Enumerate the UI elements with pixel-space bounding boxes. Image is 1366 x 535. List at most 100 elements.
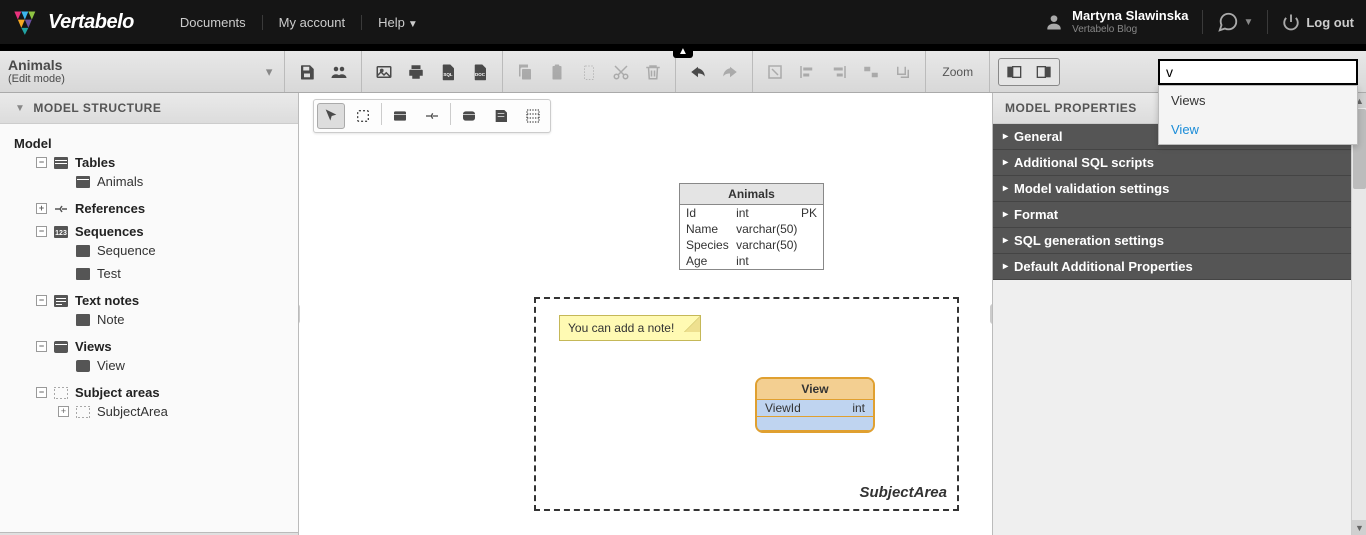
logout-button[interactable]: Log out [1282,13,1354,31]
tree-subjectarea-item[interactable]: +SubjectArea [58,404,298,419]
tree-root-model[interactable]: Model [14,136,298,151]
align-top-icon[interactable] [859,60,883,84]
logo[interactable]: Vertabelo [12,8,134,36]
tree-tables[interactable]: −Tables [36,155,298,170]
trash-icon[interactable] [641,60,665,84]
new-note-icon[interactable] [487,103,515,129]
tree-note-note[interactable]: Note [58,312,298,327]
main: ▼ MODEL STRUCTURE Model −Tables Animals … [0,93,1366,535]
collapse-icon[interactable]: − [36,226,47,237]
tree-text-notes[interactable]: −Text notes [36,293,298,308]
chevron-down-icon: ▼ [1243,17,1253,28]
collapse-icon[interactable]: − [36,157,47,168]
chat-icon[interactable] [1217,11,1239,33]
reference-icon [53,202,69,216]
tree-views[interactable]: −Views [36,339,298,354]
align-right-icon[interactable] [827,60,851,84]
header-right: Martyna Slawinska Vertabelo Blog ▼ Log o… [1044,9,1354,35]
select-area-icon[interactable] [349,103,377,129]
search-result-view[interactable]: View [1159,115,1357,144]
pointer-tool-icon[interactable] [317,103,345,129]
svg-text:SQL: SQL [444,71,454,76]
cut-icon[interactable] [609,60,633,84]
canvas-toolbar [313,99,551,133]
svg-text:123: 123 [55,230,67,237]
diagram-canvas[interactable]: Animals IdintPK Namevarchar(50) Speciesv… [299,93,992,535]
table-icon [75,175,91,189]
tree-sequence-sequence[interactable]: Sequence [58,243,298,258]
search-input[interactable] [1158,59,1358,85]
search-wrap: Views View [1158,59,1358,85]
chevron-right-icon: ▸ [1003,183,1008,194]
user-block[interactable]: Martyna Slawinska Vertabelo Blog [1044,9,1188,35]
subject-area-label: SubjectArea [859,484,947,501]
chevron-down-icon[interactable]: ▾ [266,64,273,80]
sequence-icon [75,267,91,281]
subject-area-icon [53,386,69,400]
doc-title[interactable]: Animals (Edit mode) [8,58,168,85]
expand-icon[interactable]: + [58,406,69,417]
scrollbar[interactable]: ▲ ▼ [1351,93,1366,535]
tree-references[interactable]: +References [36,201,298,216]
model-tree: Model −Tables Animals +References − 123 Se… [0,124,298,532]
nav-my-account[interactable]: My account [262,15,361,30]
copy-icon[interactable] [513,60,537,84]
section-format[interactable]: ▸Format [993,202,1351,228]
redo-icon[interactable] [718,60,742,84]
note-box[interactable]: You can add a note! [559,315,701,341]
collapse-icon[interactable]: − [36,387,47,398]
sql-icon[interactable]: SQL [436,60,460,84]
view-left-panel-icon[interactable] [1001,61,1027,83]
search-result-views[interactable]: Views [1159,86,1357,115]
align-edit-icon[interactable] [763,60,787,84]
tree-view-view[interactable]: View [58,358,298,373]
table-animals[interactable]: Animals IdintPK Namevarchar(50) Speciesv… [679,183,824,270]
scroll-down-icon[interactable]: ▼ [1352,520,1366,535]
paste-icon[interactable] [545,60,569,84]
tree-sequence-test[interactable]: Test [58,266,298,281]
expand-icon[interactable]: + [36,203,47,214]
chevron-right-icon: ▸ [1003,261,1008,272]
align-bottom-icon[interactable] [891,60,915,84]
note-icon [75,313,91,327]
view-icon [75,359,91,373]
expand-handle[interactable]: ▲ [673,44,693,58]
section-sql-scripts[interactable]: ▸Additional SQL scripts [993,150,1351,176]
search-dropdown: Views View [1158,85,1358,145]
align-left-icon[interactable] [795,60,819,84]
view-right-panel-icon[interactable] [1031,61,1057,83]
new-view-icon[interactable] [455,103,483,129]
svg-text:DOC: DOC [475,71,486,76]
right-panel: MODEL PROPERTIES ▸General ▸Additional SQ… [992,93,1366,535]
paste-special-icon[interactable] [577,60,601,84]
tree-table-animals[interactable]: Animals [58,174,298,189]
app-header: Vertabelo Documents My account Help▼ Mar… [0,0,1366,44]
doc-icon[interactable]: DOC [468,60,492,84]
share-icon[interactable] [327,60,351,84]
undo-icon[interactable] [686,60,710,84]
view-entity[interactable]: View ViewIdint [755,377,875,433]
section-generation[interactable]: ▸SQL generation settings [993,228,1351,254]
collapse-icon[interactable]: − [36,295,47,306]
collapse-icon[interactable]: − [36,341,47,352]
nav-documents[interactable]: Documents [164,15,262,30]
brand-text: Vertabelo [48,11,134,34]
tree-sequences[interactable]: −123Sequences [36,224,298,239]
nav-help[interactable]: Help▼ [361,15,434,30]
view-row: ViewIdint [757,400,873,417]
section-validation[interactable]: ▸Model validation settings [993,176,1351,202]
new-reference-icon[interactable] [418,103,446,129]
logo-icon [12,8,40,36]
tree-subject-areas[interactable]: −Subject areas [36,385,298,400]
section-defaults[interactable]: ▸Default Additional Properties [993,254,1351,280]
save-icon[interactable] [295,60,319,84]
black-bar: ▲ [0,44,1366,51]
table-row: Speciesvarchar(50) [680,237,823,253]
print-icon[interactable] [404,60,428,84]
chevron-right-icon: ▸ [1003,235,1008,246]
new-subject-area-icon[interactable] [519,103,547,129]
new-table-icon[interactable] [386,103,414,129]
image-icon[interactable] [372,60,396,84]
model-structure-header[interactable]: ▼ MODEL STRUCTURE [0,93,298,124]
note-icon [53,294,69,308]
